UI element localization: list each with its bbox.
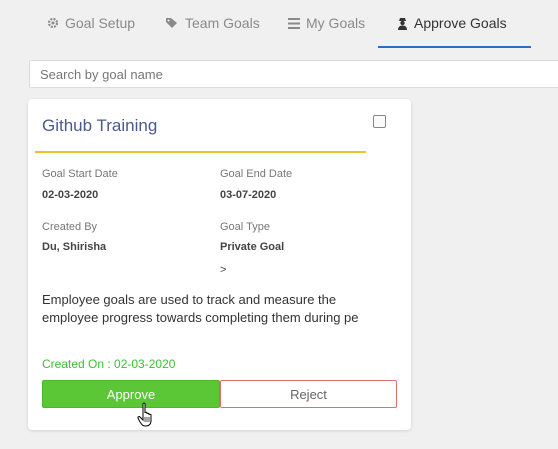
start-date-value: 02-03-2020 [42,189,99,201]
tab-team-goals[interactable]: Team Goals [165,0,260,46]
tab-label: Approve Goals [414,15,507,31]
created-by-value: Du, Shirisha [42,241,107,253]
created-by-label: Created By [42,221,98,233]
tab-bar: Goal Setup Team Goals My Goals Approve G… [0,0,558,48]
tab-label: Team Goals [185,15,260,31]
goal-select-checkbox[interactable] [373,115,386,128]
reject-button[interactable]: Reject [220,380,397,408]
more-details-link[interactable]: > [220,264,226,276]
title-divider [35,151,366,153]
tab-label: My Goals [306,15,366,31]
start-date-label: Goal Start Date [42,168,118,180]
goal-card: Github Training Goal Start Date 02-03-20… [28,99,411,430]
tab-approve-goals[interactable]: Approve Goals [397,0,507,46]
end-date-value: 03-07-2020 [220,189,277,201]
list-icon [288,17,300,29]
tab-my-goals[interactable]: My Goals [288,0,365,46]
tags-icon [165,17,179,29]
tab-label: Goal Setup [65,15,136,31]
gear-icon [47,17,59,29]
user-secret-icon [397,17,408,30]
goal-type-label: Goal Type [220,221,270,233]
goal-type-value: Private Goal [220,241,285,253]
goal-title: Github Training [42,116,158,135]
active-tab-indicator [378,46,531,48]
created-on-text: Created On : 02-03-2020 [42,357,176,371]
approve-button[interactable]: Approve [42,380,220,408]
tab-goal-setup[interactable]: Goal Setup [47,0,135,46]
search-input[interactable] [29,60,558,88]
goal-description: Employee goals are used to track and mea… [42,292,359,325]
end-date-label: Goal End Date [220,168,293,180]
